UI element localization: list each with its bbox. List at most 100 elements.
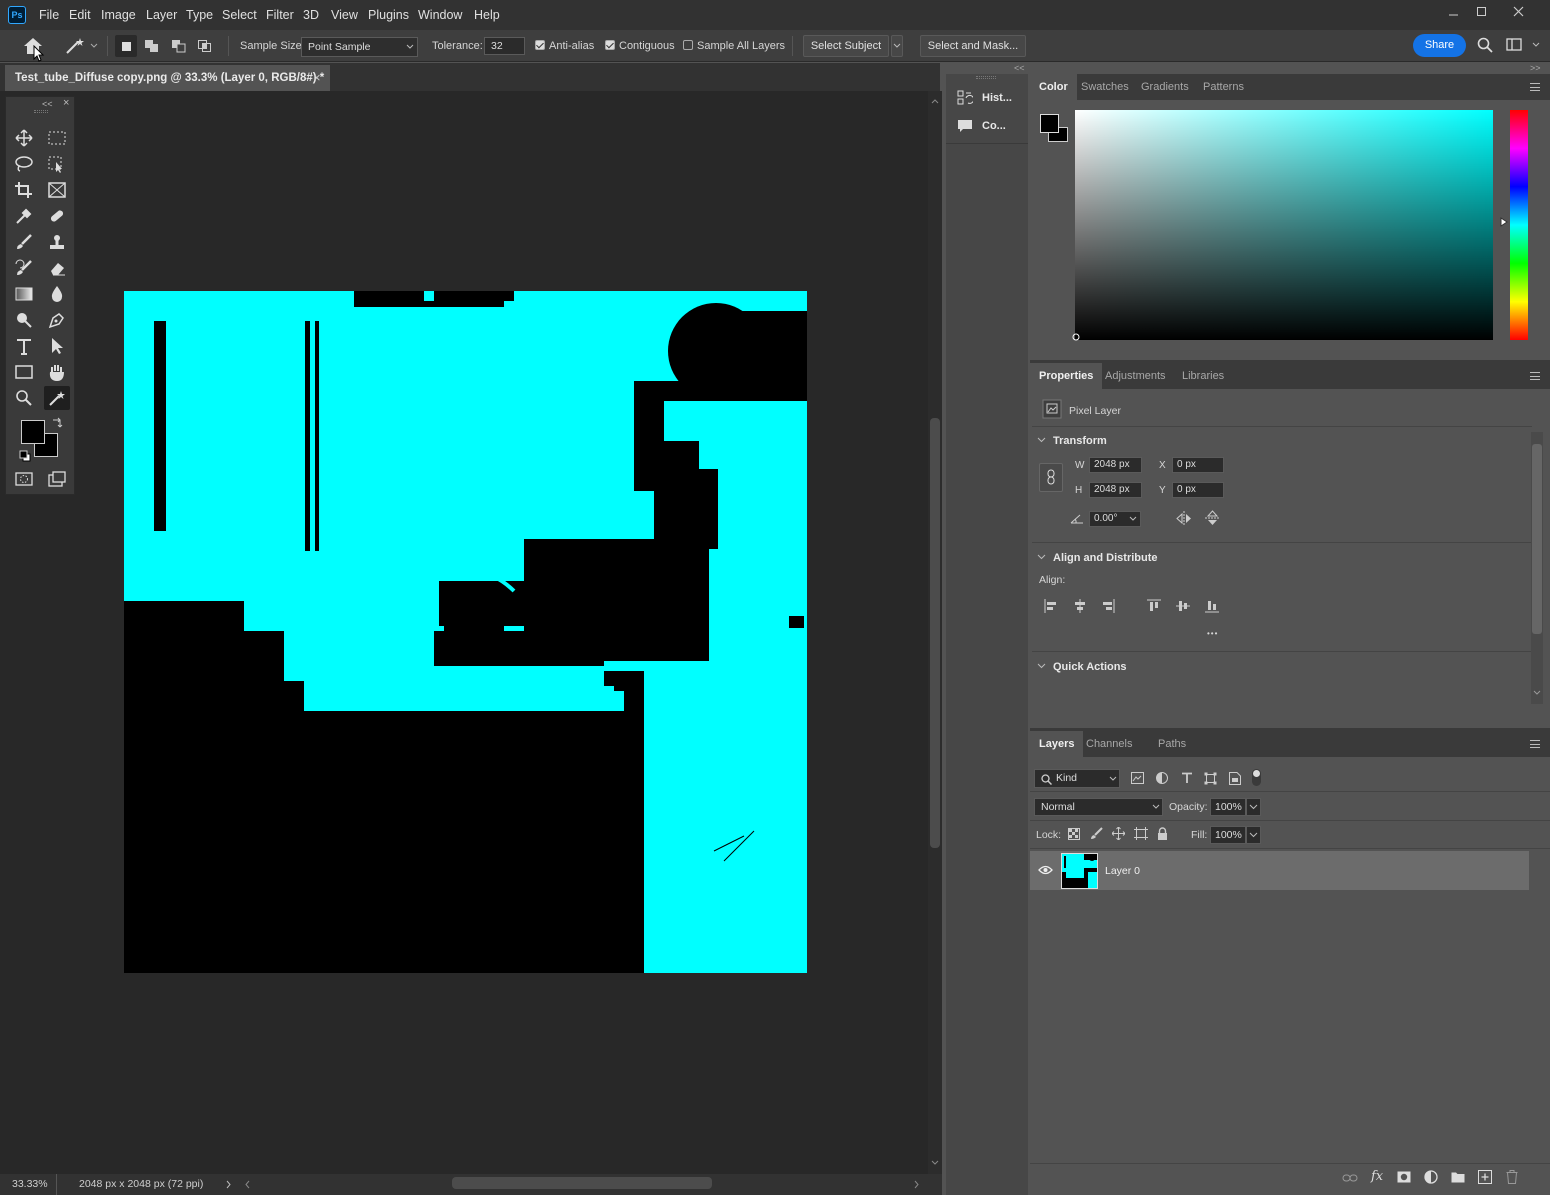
- pen-tool-icon[interactable]: [44, 308, 70, 332]
- layer-name[interactable]: Layer 0: [1105, 865, 1140, 877]
- properties-scroll-thumb[interactable]: [1532, 444, 1542, 634]
- align-vertical-center-icon[interactable]: [1176, 599, 1190, 613]
- scroll-down-icon[interactable]: [1533, 690, 1541, 696]
- new-selection-icon[interactable]: [115, 35, 137, 57]
- color-spectrum-field[interactable]: [1075, 110, 1493, 340]
- crop-tool-icon[interactable]: [11, 178, 37, 202]
- menu-type[interactable]: Type: [186, 0, 213, 30]
- layer-row[interactable]: Layer 0: [1030, 851, 1529, 890]
- tab-libraries[interactable]: Libraries: [1173, 363, 1233, 389]
- type-tool-icon[interactable]: [11, 334, 37, 358]
- menu-edit[interactable]: Edit: [69, 0, 91, 30]
- menu-layer[interactable]: Layer: [146, 0, 177, 30]
- transform-section-title[interactable]: Transform: [1053, 435, 1107, 447]
- sample-size-select[interactable]: Point Sample: [301, 37, 418, 57]
- link-dimensions-button[interactable]: [1039, 463, 1063, 492]
- tab-gradients[interactable]: Gradients: [1132, 74, 1198, 100]
- lock-all-icon[interactable]: [1157, 827, 1168, 840]
- marquee-tool-icon[interactable]: [44, 126, 70, 150]
- scroll-up-icon[interactable]: [931, 98, 939, 104]
- dock-grip[interactable]: [976, 76, 996, 79]
- eyedropper-tool-icon[interactable]: [11, 204, 37, 228]
- toolbar-grip[interactable]: [34, 110, 48, 113]
- chevron-right-icon[interactable]: [226, 1180, 232, 1189]
- align-bottom-icon[interactable]: [1205, 599, 1219, 613]
- select-and-mask-button[interactable]: Select and Mask...: [920, 35, 1026, 57]
- minimize-button[interactable]: [1443, 4, 1465, 20]
- flip-horizontal-icon[interactable]: [1176, 511, 1192, 526]
- menu-file[interactable]: File: [39, 0, 59, 30]
- x-input[interactable]: 0 px: [1172, 457, 1224, 473]
- add-mask-icon[interactable]: [1397, 1171, 1411, 1183]
- clone-stamp-tool-icon[interactable]: [44, 230, 70, 254]
- tab-adjustments[interactable]: Adjustments: [1096, 363, 1175, 389]
- object-selection-tool-icon[interactable]: [44, 152, 70, 176]
- contiguous-checkbox[interactable]: [605, 40, 615, 50]
- hue-slider-handle[interactable]: [1500, 217, 1508, 227]
- layer-style-fx-icon[interactable]: fx: [1371, 1169, 1383, 1184]
- align-top-icon[interactable]: [1147, 599, 1161, 613]
- anti-alias-checkbox[interactable]: [535, 40, 545, 50]
- filter-shape-layers-icon[interactable]: [1204, 772, 1217, 785]
- brush-tool-icon[interactable]: [11, 230, 37, 254]
- filter-pixel-layers-icon[interactable]: [1131, 772, 1144, 784]
- collapse-dock-icon[interactable]: <<: [1014, 63, 1025, 73]
- panel-menu-icon[interactable]: [1530, 372, 1540, 380]
- filter-toggle-switch[interactable]: [1252, 769, 1261, 786]
- subtract-from-selection-icon[interactable]: [171, 39, 187, 53]
- hue-slider[interactable]: [1510, 110, 1528, 340]
- tab-channels[interactable]: Channels: [1077, 731, 1141, 757]
- color-panel-foreground-swatch[interactable]: [1040, 114, 1059, 133]
- align-right-icon[interactable]: [1101, 599, 1115, 613]
- gradient-tool-icon[interactable]: [11, 282, 37, 306]
- tab-layers[interactable]: Layers: [1030, 731, 1084, 757]
- document-tab[interactable]: Test_tube_Diffuse copy.png @ 33.3% (Laye…: [5, 65, 330, 91]
- filter-adjustment-layers-icon[interactable]: [1156, 772, 1168, 784]
- fill-input[interactable]: 100%: [1210, 826, 1246, 844]
- search-icon[interactable]: [1477, 37, 1493, 53]
- delete-layer-trash-icon[interactable]: [1506, 1170, 1518, 1184]
- foreground-color-swatch[interactable]: [21, 420, 45, 444]
- chevron-down-icon[interactable]: [1037, 662, 1046, 670]
- close-window-button[interactable]: [1508, 4, 1530, 20]
- new-adjustment-layer-icon[interactable]: [1424, 1170, 1438, 1184]
- chevron-down-icon[interactable]: [1129, 516, 1137, 522]
- add-to-selection-icon[interactable]: [144, 39, 160, 53]
- link-layers-icon[interactable]: [1342, 1172, 1358, 1184]
- document-info[interactable]: 2048 px x 2048 px (72 ppi): [79, 1178, 203, 1190]
- layer-filter-kind-select[interactable]: Kind: [1034, 769, 1120, 788]
- scroll-right-icon[interactable]: [914, 1180, 920, 1189]
- healing-brush-tool-icon[interactable]: [44, 204, 70, 228]
- vertical-scroll-thumb[interactable]: [930, 418, 940, 848]
- tolerance-input[interactable]: 32: [484, 37, 525, 55]
- document-image[interactable]: [124, 291, 807, 973]
- rectangle-tool-icon[interactable]: [11, 360, 37, 384]
- tab-paths[interactable]: Paths: [1149, 731, 1195, 757]
- menu-help[interactable]: Help: [474, 0, 500, 30]
- lasso-tool-icon[interactable]: [11, 152, 37, 176]
- eraser-tool-icon[interactable]: [44, 256, 70, 280]
- tab-patterns[interactable]: Patterns: [1194, 74, 1253, 100]
- lock-transparent-pixels-icon[interactable]: [1068, 828, 1080, 840]
- blend-mode-select[interactable]: Normal: [1034, 798, 1163, 816]
- quick-actions-section-title[interactable]: Quick Actions: [1053, 661, 1127, 673]
- filter-smart-objects-icon[interactable]: [1229, 772, 1241, 785]
- hand-tool-icon[interactable]: [44, 360, 70, 384]
- filter-type-layers-icon[interactable]: [1181, 772, 1193, 784]
- tab-properties[interactable]: Properties: [1030, 363, 1103, 389]
- lock-image-pixels-icon[interactable]: [1090, 827, 1103, 840]
- dodge-tool-icon[interactable]: [11, 308, 37, 332]
- align-left-icon[interactable]: [1044, 599, 1058, 613]
- opacity-dropdown[interactable]: [1246, 798, 1261, 816]
- move-tool-icon[interactable]: [11, 126, 37, 150]
- sample-all-layers-checkbox[interactable]: [683, 40, 693, 50]
- panel-menu-icon[interactable]: [1530, 83, 1540, 91]
- menu-view[interactable]: View: [331, 0, 358, 30]
- default-colors-icon[interactable]: [19, 450, 31, 462]
- collapse-panels-icon[interactable]: >>: [1530, 63, 1541, 73]
- magic-wand-tool-preset-icon[interactable]: [64, 36, 100, 56]
- zoom-tool-icon[interactable]: [11, 386, 37, 410]
- align-section-title[interactable]: Align and Distribute: [1053, 552, 1158, 564]
- collapse-toolbar-icon[interactable]: <<: [42, 99, 53, 109]
- zoom-level[interactable]: 33.33%: [12, 1178, 48, 1190]
